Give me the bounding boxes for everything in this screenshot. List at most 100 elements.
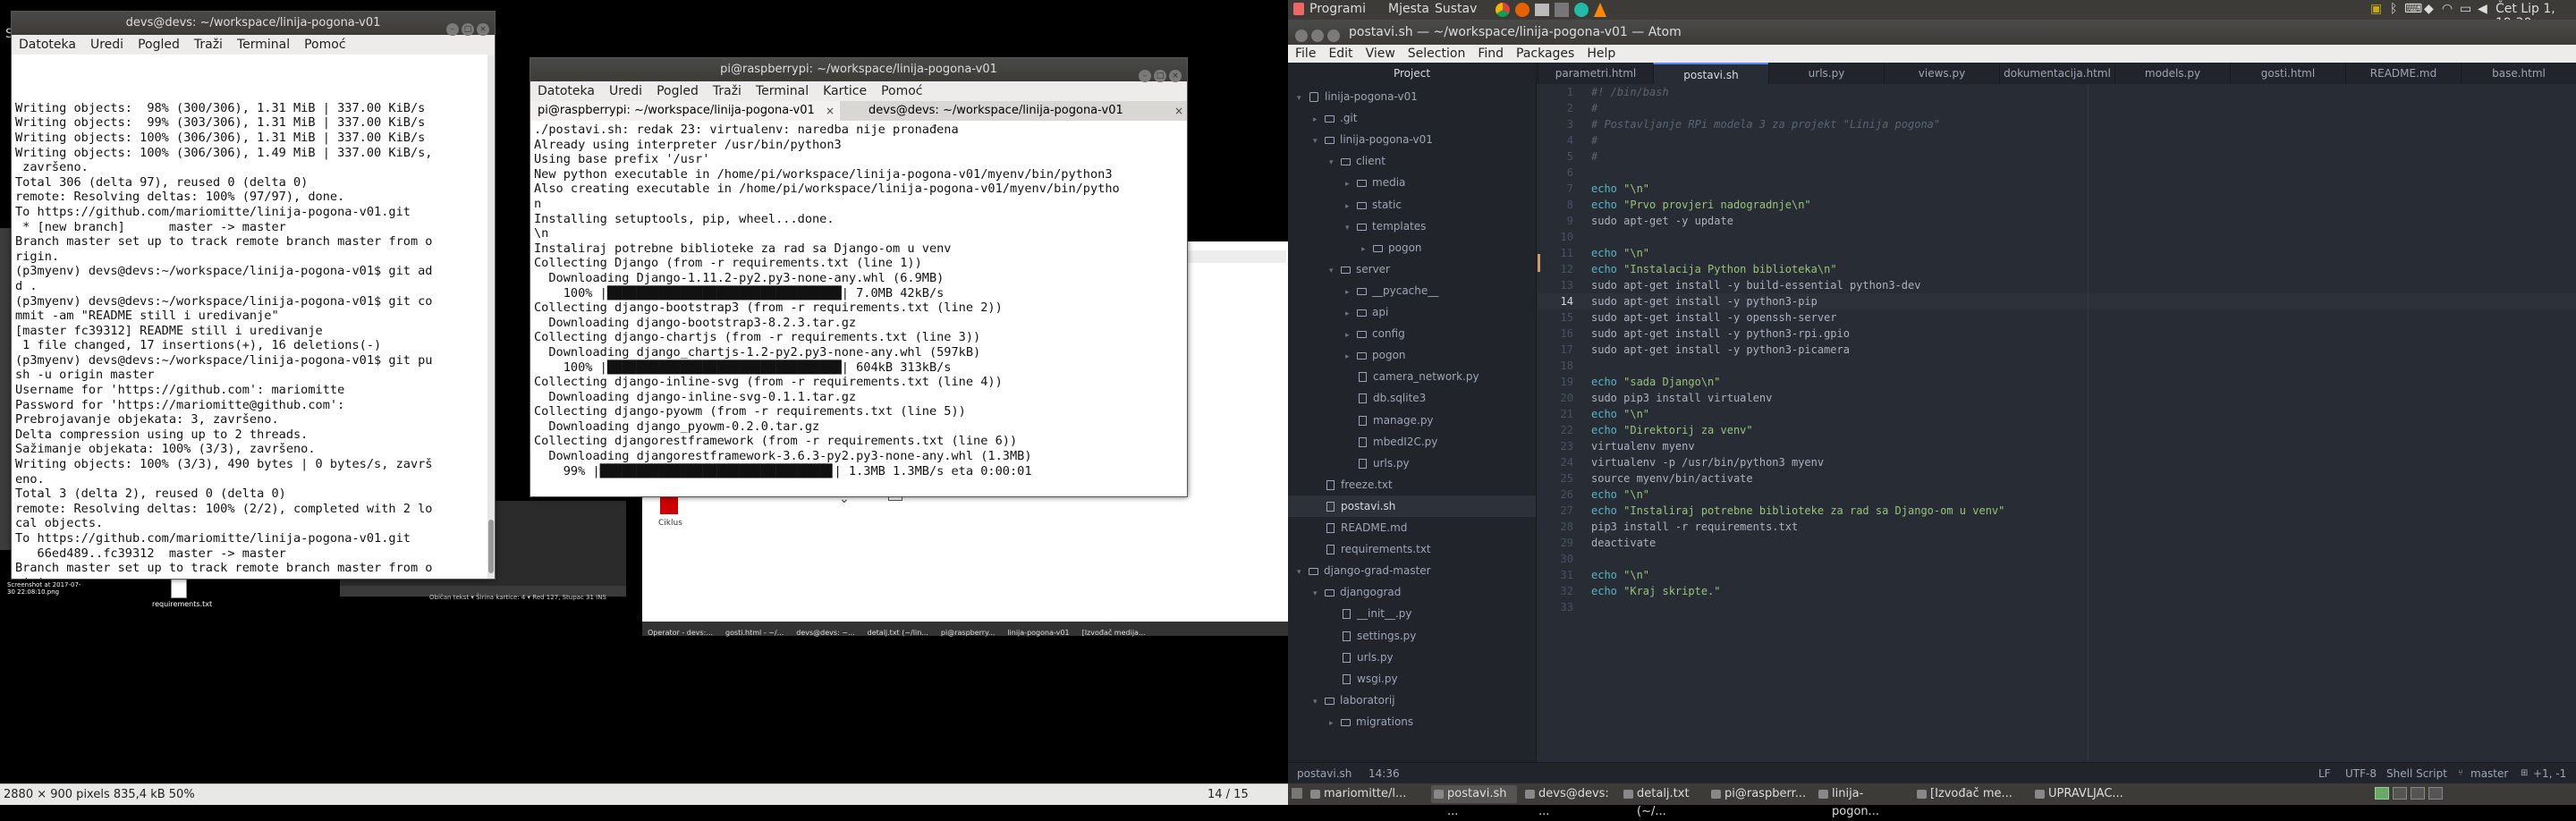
chevron-icon[interactable]: ▾ xyxy=(1329,260,1338,282)
menu-item-find[interactable]: Find xyxy=(1478,47,1504,61)
menu-item-selection[interactable]: Selection xyxy=(1408,47,1466,61)
status-encoding[interactable]: UTF-8 xyxy=(2345,763,2377,784)
menu-item-traži[interactable]: Traži xyxy=(713,84,741,98)
tree-item[interactable]: ▾ linija-pogona-v01 xyxy=(1288,86,1536,107)
tree-item[interactable]: db.sqlite3 xyxy=(1288,387,1536,409)
menu-item-pogled[interactable]: Pogled xyxy=(657,84,699,98)
tree-item[interactable]: ▾ templates xyxy=(1288,216,1536,237)
files-icon[interactable] xyxy=(1535,4,1549,16)
menu-sustav[interactable]: Sustav xyxy=(1435,2,1477,16)
tab-postavi-sh[interactable]: postavi.sh xyxy=(1653,63,1768,84)
minimize-icon[interactable]: – xyxy=(446,23,459,36)
tree-item[interactable]: ▸ config xyxy=(1288,323,1536,344)
workspace-switcher-1[interactable] xyxy=(2375,787,2389,800)
code-line[interactable]: sudo apt-get install -y python3-rpi.gpio xyxy=(1591,326,1850,342)
menu-item-terminal[interactable]: Terminal xyxy=(756,84,809,98)
code-line[interactable]: echo "\n" xyxy=(1591,487,1649,503)
tree-view[interactable]: ▾ linija-pogona-v01 ▸ .git ▾ linija-pogona-v0… xyxy=(1288,84,1537,762)
chevron-icon[interactable]: ▸ xyxy=(1361,239,1370,260)
tree-item[interactable]: ▸ media xyxy=(1288,172,1536,193)
code-line[interactable]: echo "\n" xyxy=(1591,245,1649,261)
taskbar-item[interactable]: devs@devs: ... xyxy=(1522,785,1615,818)
chevron-icon[interactable]: ▸ xyxy=(1345,196,1354,217)
close-tab-icon[interactable]: × xyxy=(1174,101,1183,121)
maximize-icon[interactable] xyxy=(1327,30,1340,42)
workspace-switcher-2[interactable] xyxy=(2393,787,2407,800)
tree-item[interactable]: camera_network.py xyxy=(1288,366,1536,387)
keyboard-icon[interactable]: ⌨ xyxy=(2404,2,2422,16)
terminal-window-pi[interactable]: pi@raspberrypi: ~/workspace/linija-pogon… xyxy=(530,57,1188,497)
show-desktop-icon[interactable] xyxy=(1292,788,1302,799)
code-editor[interactable]: 1 2 3 4 5 6 7 8 9 10 11 12 13 14 15 16 17 18 19 20 21 22 23 24 2… xyxy=(1538,84,2576,762)
menu-item-terminal[interactable]: Terminal xyxy=(237,38,290,52)
tab-devs[interactable]: devs@devs: ~/workspace/linija-pogona-v01… xyxy=(861,101,1189,121)
atom-titlebar[interactable]: postavi.sh — ~/workspace/linija-pogona-v… xyxy=(1288,20,2576,45)
close-tab-icon[interactable]: × xyxy=(826,101,835,121)
taskbar-item[interactable]: mariomitte/l... xyxy=(1308,785,1422,803)
chevron-icon[interactable]: ▸ xyxy=(1329,713,1338,734)
tab-parametri-html[interactable]: parametri.html xyxy=(1538,63,1653,84)
maximize-icon[interactable]: □ xyxy=(462,23,474,36)
code-line[interactable]: sudo apt-get install -y python3-picamera xyxy=(1591,342,1850,358)
menu-item-uredi[interactable]: Uredi xyxy=(90,38,123,52)
code-line[interactable]: echo "\n" xyxy=(1591,406,1649,422)
workspace-switcher-3[interactable] xyxy=(2411,787,2425,800)
tree-item[interactable]: README.md xyxy=(1288,517,1536,538)
code-line[interactable]: echo "Instaliraj potrebne biblioteke za … xyxy=(1591,503,2004,519)
dropbox-icon[interactable]: ◆ xyxy=(2424,2,2434,16)
menu-item-help[interactable]: Help xyxy=(1587,47,1615,61)
tree-item[interactable]: ▾ django-grad-master xyxy=(1288,560,1536,581)
chevron-icon[interactable]: ▾ xyxy=(1313,691,1322,713)
tree-item[interactable]: ▸ api xyxy=(1288,301,1536,323)
chevron-icon[interactable]: ▸ xyxy=(1345,346,1354,368)
maximize-icon[interactable]: □ xyxy=(1154,70,1166,82)
tree-item[interactable]: ▸ pogon xyxy=(1288,237,1536,260)
tree-item[interactable]: urls.py xyxy=(1288,453,1536,474)
taskbar-item[interactable]: UPRAVLJAC... xyxy=(2032,785,2131,803)
code-line[interactable]: # xyxy=(1591,132,1597,148)
chevron-icon[interactable]: ▾ xyxy=(1329,152,1338,174)
code-line[interactable]: sudo apt-get install -y openssh-server xyxy=(1591,309,1837,326)
code-line[interactable]: deactivate xyxy=(1591,535,1656,551)
wifi-icon[interactable]: ◠ xyxy=(2442,2,2453,16)
code-line[interactable]: echo "sada Django\n" xyxy=(1591,374,1721,390)
tab-views-py[interactable]: views.py xyxy=(1884,63,1999,84)
code-line[interactable]: echo "\n" xyxy=(1591,567,1649,583)
chevron-icon[interactable]: ▸ xyxy=(1345,282,1354,303)
terminal-titlebar[interactable]: devs@devs: ~/workspace/linija-pogona-v01… xyxy=(12,12,495,36)
ubuntu-logo-icon[interactable] xyxy=(1293,3,1304,15)
menu-item-pogled[interactable]: Pogled xyxy=(138,38,180,52)
chevron-icon[interactable]: ▾ xyxy=(1313,583,1322,605)
status-grammar[interactable]: Shell Script xyxy=(2386,763,2447,784)
terminal-icon[interactable] xyxy=(1555,3,1569,17)
terminal-output[interactable]: ./postavi.sh: redak 23: virtualenv: nare… xyxy=(530,121,1187,496)
tree-item[interactable]: ▾ server xyxy=(1288,258,1536,282)
firefox-icon[interactable] xyxy=(1515,3,1530,17)
code-line[interactable]: virtualenv myenv xyxy=(1591,438,1695,454)
menu-programi[interactable]: Programi xyxy=(1309,2,1366,16)
chevron-icon[interactable]: ▾ xyxy=(1313,131,1322,152)
tree-item[interactable]: requirements.txt xyxy=(1288,538,1536,560)
code-line[interactable]: sudo apt-get install -y python3-pip xyxy=(1591,293,1818,309)
close-icon[interactable]: × xyxy=(477,23,489,36)
code-line[interactable]: echo "Instalacija Python biblioteka\n" xyxy=(1591,261,1837,277)
code-line[interactable]: echo "Prvo provjeri nadogradnje\n" xyxy=(1591,197,1811,213)
status-branch[interactable]: master xyxy=(2470,763,2508,784)
battery-icon[interactable]: ▭ xyxy=(2460,2,2471,16)
tree-item[interactable]: ▸ pogon xyxy=(1288,344,1536,368)
taskbar-item[interactable]: pi@raspberr... xyxy=(1708,785,1810,803)
tree-item[interactable]: manage.py xyxy=(1288,410,1536,431)
tree-item[interactable]: ▾ linija-pogona-v01 xyxy=(1288,129,1536,152)
tree-item[interactable]: ▾ client xyxy=(1288,150,1536,174)
code-lines[interactable]: #! /bin/bash # # Postavljanje RPi modela 3… xyxy=(1591,84,2575,762)
atom-icon[interactable] xyxy=(1574,3,1589,17)
menu-item-pomoć[interactable]: Pomoć xyxy=(304,38,345,52)
menu-item-datoteka[interactable]: Datoteka xyxy=(538,84,595,98)
menu-item-pomoć[interactable]: Pomoć xyxy=(881,84,922,98)
minimize-icon[interactable]: – xyxy=(1139,70,1151,82)
code-line[interactable]: #! /bin/bash xyxy=(1591,84,1669,100)
menu-item-kartice[interactable]: Kartice xyxy=(823,84,867,98)
tab-pi[interactable]: pi@raspberrypi: ~/workspace/linija-pogon… xyxy=(530,101,840,121)
terminal-output[interactable]: Writing objects: 98% (300/306), 1.31 MiB… xyxy=(12,55,495,579)
tab-urls-py[interactable]: urls.py xyxy=(1768,63,1884,84)
